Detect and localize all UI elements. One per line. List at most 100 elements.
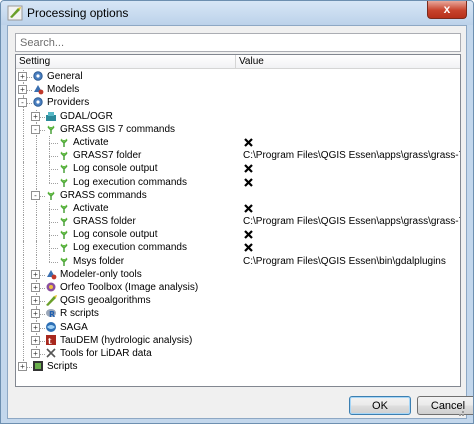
- grass-icon: [60, 244, 68, 253]
- expand-icon[interactable]: +: [31, 296, 40, 306]
- tree-guide-line: [49, 169, 58, 171]
- tree-guide-line: [23, 109, 24, 123]
- collapse-icon[interactable]: -: [18, 98, 27, 108]
- tree-guide-line: [49, 175, 50, 183]
- expand-icon[interactable]: +: [18, 85, 27, 95]
- tree-guide-line: [49, 261, 58, 263]
- tree-guide-line: [36, 254, 37, 268]
- tree-row[interactable]: - GRASS commands: [16, 188, 460, 202]
- grass-icon: [60, 204, 68, 213]
- tree-guide-line: [36, 135, 37, 150]
- tree-row[interactable]: + General: [16, 70, 460, 84]
- expand-icon[interactable]: +: [31, 269, 40, 279]
- expand-icon[interactable]: +: [31, 335, 40, 345]
- tree-guide-line: [49, 142, 58, 144]
- tree-row-label: Log console output: [73, 163, 158, 175]
- tree-guide-line: [23, 201, 24, 216]
- checked-cross-icon[interactable]: [244, 164, 253, 174]
- tree-guide-line: [36, 228, 37, 242]
- collapse-icon[interactable]: -: [31, 190, 40, 200]
- tree-row[interactable]: + Tools for LiDAR data: [16, 346, 460, 361]
- expand-icon[interactable]: +: [31, 111, 40, 121]
- column-header-value[interactable]: Value: [236, 55, 460, 69]
- tree-row[interactable]: + GDAL/OGR: [16, 109, 460, 123]
- tree-row-label: Tools for LiDAR data: [60, 347, 152, 359]
- tree-row[interactable]: - GRASS GIS 7 commands: [16, 122, 460, 136]
- tree-row[interactable]: Activate: [16, 201, 460, 216]
- tree-row[interactable]: Msys folder C:\Program Files\QGIS Essen\b…: [16, 254, 460, 268]
- tree-row-label: TauDEM (hydrologic analysis): [60, 334, 193, 346]
- tree-row-value[interactable]: C:\Program Files\QGIS Essen\apps\grass\g…: [243, 215, 460, 228]
- tree-row[interactable]: + Modeler-only tools: [16, 267, 460, 281]
- tree-row-label: Log console output: [73, 229, 158, 241]
- checked-cross-icon[interactable]: [244, 243, 253, 253]
- tree-row-value[interactable]: C:\Program Files\QGIS Essen\bin\gdalplug…: [243, 255, 446, 268]
- qgis-icon: [7, 5, 23, 21]
- tree-row-label: General: [47, 71, 83, 82]
- tree-guide-line: [49, 222, 58, 224]
- close-button[interactable]: x: [427, 1, 467, 19]
- title-bar[interactable]: Processing options x: [1, 1, 473, 25]
- tree-rows: + General + Models - Providers + GDAL/OGR - GRASS…: [16, 70, 460, 373]
- r-icon: R: [46, 309, 56, 319]
- tree-guide-line: [49, 208, 58, 210]
- tree-row-label: Log execution commands: [73, 176, 187, 188]
- tree-header: Setting Value: [16, 55, 460, 69]
- tree-guide-line: [49, 254, 50, 262]
- tree-row[interactable]: + t TauDEM (hydrologic analysis): [16, 333, 460, 347]
- checked-cross-icon[interactable]: [244, 230, 253, 240]
- expand-icon[interactable]: +: [31, 348, 40, 358]
- tree-row[interactable]: + Models: [16, 83, 460, 97]
- tree-guide-line: [49, 248, 58, 250]
- svg-text:t: t: [48, 336, 52, 346]
- tree-guide-line: [49, 156, 58, 158]
- tree-row[interactable]: Log console output: [16, 228, 460, 242]
- tree-row[interactable]: + Orfeo Toolbox (Image analysis): [16, 281, 460, 295]
- tree-row[interactable]: + SAGA: [16, 320, 460, 334]
- qgis-icon: [46, 295, 57, 307]
- cancel-button[interactable]: Cancel: [417, 396, 473, 415]
- grass-icon: [60, 151, 68, 161]
- collapse-icon[interactable]: -: [31, 124, 40, 134]
- column-header-setting[interactable]: Setting: [16, 55, 236, 69]
- expand-icon[interactable]: +: [31, 322, 40, 332]
- expand-icon[interactable]: +: [18, 72, 27, 81]
- tree-row[interactable]: + QGIS geoalgorithms: [16, 294, 460, 308]
- tree-row[interactable]: Log console output: [16, 162, 460, 176]
- tree-guide-line: [23, 346, 24, 361]
- tree-guide-line: [23, 294, 24, 308]
- tree-row-label: Log execution commands: [73, 242, 187, 254]
- checked-cross-icon[interactable]: [244, 204, 253, 213]
- tree-row[interactable]: + Scripts: [16, 360, 460, 373]
- tree-row[interactable]: GRASS folder C:\Program Files\QGIS Essen\…: [16, 215, 460, 229]
- expand-icon[interactable]: +: [18, 362, 27, 372]
- tree-row-label: GRASS7 folder: [73, 150, 142, 162]
- tree-row-label: GRASS commands: [60, 189, 147, 201]
- tree-guide-line: [23, 135, 24, 150]
- resize-grip[interactable]: [455, 407, 465, 417]
- tree-row[interactable]: GRASS7 folder C:\Program Files\QGIS Essen…: [16, 149, 460, 163]
- tree-row-label: Orfeo Toolbox (Image analysis): [60, 282, 199, 293]
- expand-icon[interactable]: +: [31, 309, 40, 319]
- settings-tree[interactable]: Setting Value + General + Models - Providers +…: [15, 54, 461, 387]
- tree-row[interactable]: Log execution commands: [16, 175, 460, 189]
- dialog-body: Setting Value +General+Models-Providers+…: [7, 25, 473, 419]
- checked-cross-icon[interactable]: [244, 138, 253, 147]
- tree-row[interactable]: - Providers: [16, 96, 460, 110]
- otb-icon: [46, 282, 56, 292]
- tree-row[interactable]: + R R scripts: [16, 307, 460, 321]
- tree-guide-line: [49, 235, 58, 237]
- tree-row[interactable]: Log execution commands: [16, 241, 460, 255]
- grass-icon: [60, 178, 68, 187]
- expand-icon[interactable]: +: [31, 283, 40, 292]
- tree-guide-line: [23, 122, 24, 136]
- tree-guide-line: [36, 241, 37, 255]
- ok-button[interactable]: OK: [349, 396, 411, 415]
- checked-cross-icon[interactable]: [244, 177, 253, 187]
- tree-guide-line: [23, 188, 24, 202]
- tree-row-label: Activate: [73, 136, 109, 148]
- search-input[interactable]: [15, 33, 461, 52]
- tree-row-value[interactable]: C:\Program Files\QGIS Essen\apps\grass\g…: [243, 149, 460, 162]
- tree-guide-line: [23, 215, 24, 229]
- tree-row[interactable]: Activate: [16, 135, 460, 150]
